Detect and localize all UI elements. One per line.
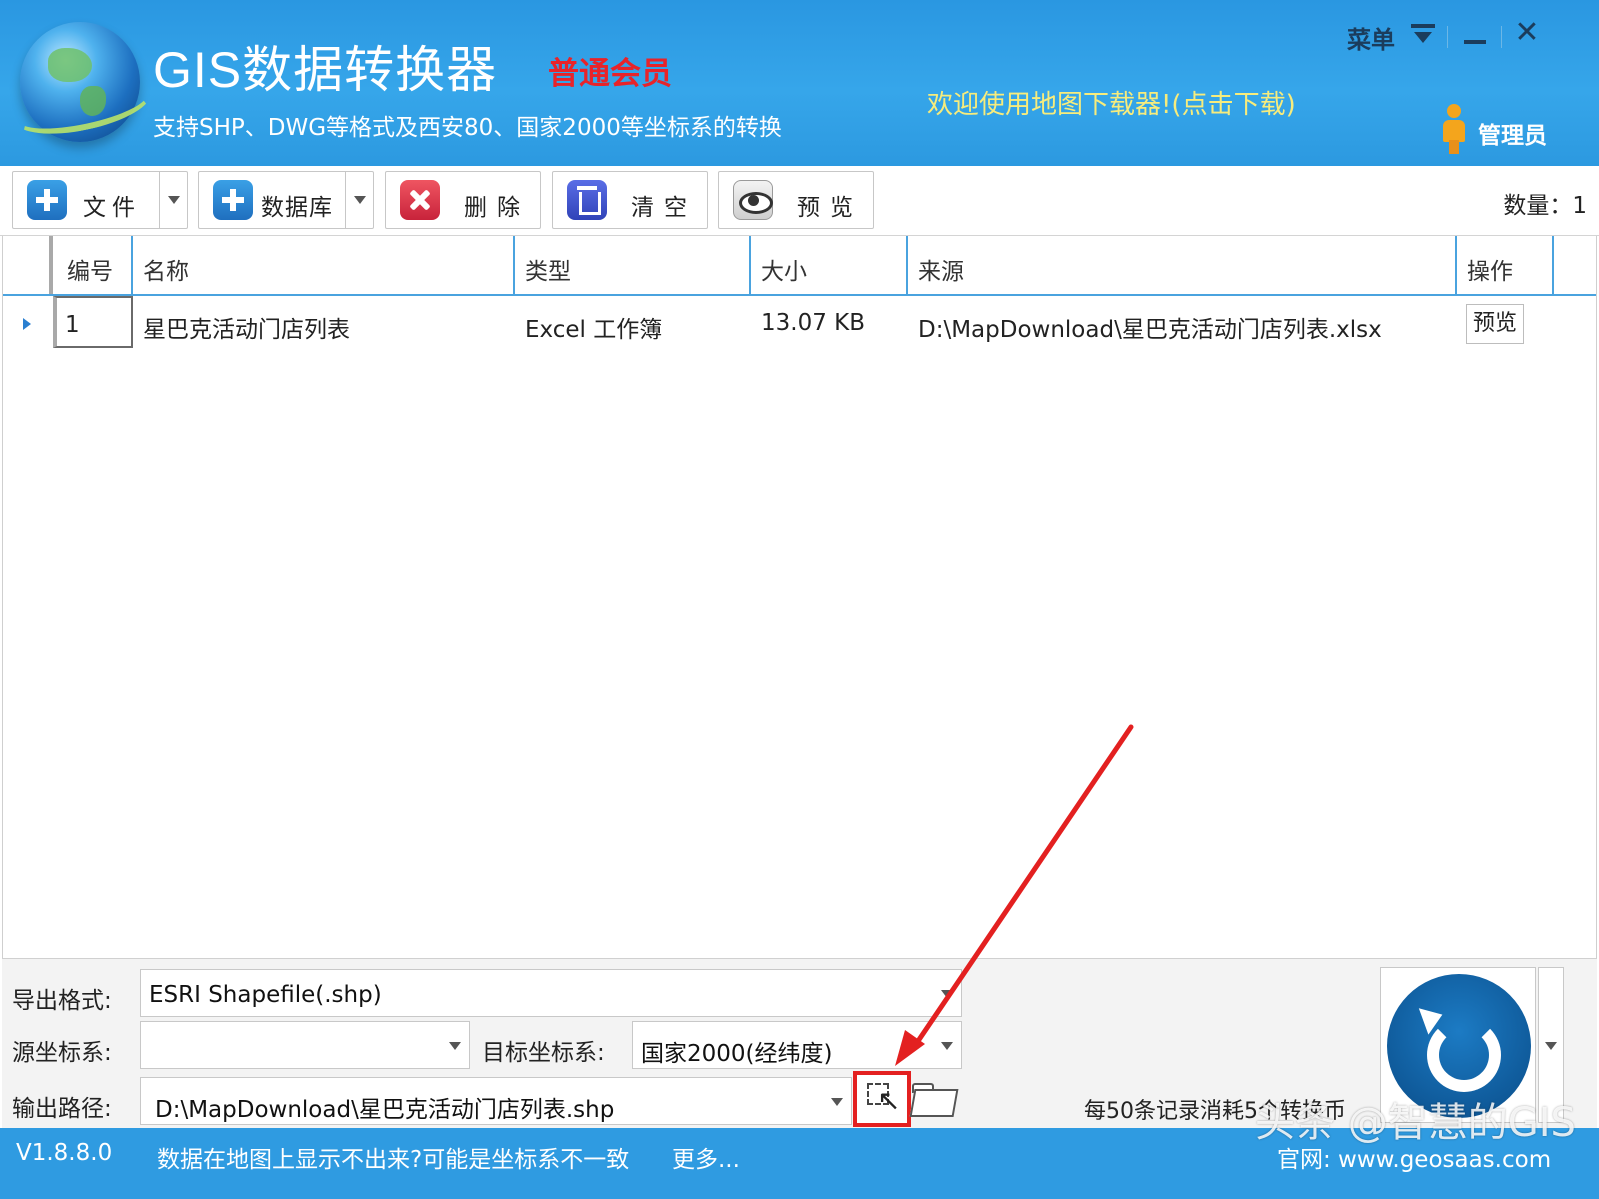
admin-user-icon[interactable]	[1440, 104, 1468, 156]
add-database-icon	[213, 180, 253, 220]
target-crs-value: 国家2000(经纬度)	[641, 1041, 833, 1067]
output-path-value: D:\MapDownload\星巴克活动门店列表.shp	[155, 1097, 615, 1123]
target-crs-select[interactable]: 国家2000(经纬度)	[632, 1021, 962, 1069]
chevron-down-icon[interactable]	[941, 990, 953, 998]
clear-label: 清空	[631, 195, 697, 221]
target-crs-label: 目标坐标系:	[482, 1040, 605, 1066]
column-header-action[interactable]: 操作	[1457, 236, 1554, 294]
delete-label: 删除	[464, 195, 530, 221]
export-format-value: ESRI Shapefile(.shp)	[149, 982, 382, 1008]
select-area-button[interactable]: ↖	[853, 1071, 911, 1127]
chevron-down-icon[interactable]	[449, 1042, 461, 1050]
user-label[interactable]: 管理员	[1478, 116, 1547, 150]
preview-button[interactable]: 预览	[718, 171, 874, 229]
delete-icon	[400, 180, 440, 220]
add-database-button[interactable]: 数据库	[198, 171, 374, 229]
output-path-label: 输出路径:	[12, 1096, 112, 1122]
cell-name[interactable]: 星巴克活动门店列表	[133, 296, 350, 350]
add-database-label: 数据库	[261, 195, 333, 221]
status-bar: V1.8.8.0 数据在地图上显示不出来?可能是坐标系不一致 更多... 官网:…	[0, 1128, 1599, 1199]
app-subtitle: 支持SHP、DWG等格式及西安80、国家2000等坐标系的转换	[153, 115, 782, 141]
chevron-down-icon[interactable]	[831, 1098, 843, 1106]
add-file-dropdown[interactable]	[159, 172, 187, 228]
menu-button[interactable]: 菜单	[1347, 20, 1395, 55]
export-format-select[interactable]: ESRI Shapefile(.shp)	[140, 969, 962, 1017]
cell-type[interactable]: Excel 工作簿	[515, 296, 662, 350]
minimize-icon[interactable]	[1460, 20, 1490, 50]
download-map-link[interactable]: 欢迎使用地图下载器!(点击下载)	[927, 84, 1296, 121]
output-path-input[interactable]: D:\MapDownload\星巴克活动门店列表.shp	[140, 1077, 852, 1125]
add-file-icon	[27, 180, 67, 220]
more-link[interactable]: 更多...	[672, 1140, 740, 1174]
row-pointer-icon	[23, 318, 31, 330]
source-crs-label: 源坐标系:	[12, 1040, 112, 1066]
menu-caret-icon[interactable]	[1410, 22, 1436, 46]
preview-eye-icon	[733, 180, 773, 220]
toolbar: 文件 数据库 删除 清空 预览 数量：1	[0, 166, 1599, 236]
cell-source[interactable]: D:\MapDownload\星巴克活动门店列表.xlsx	[908, 296, 1382, 350]
source-crs-select[interactable]	[140, 1021, 470, 1069]
convert-button[interactable]	[1380, 967, 1536, 1123]
add-file-button[interactable]: 文件	[12, 171, 188, 229]
delete-button[interactable]: 删除	[385, 171, 541, 229]
convert-icon	[1387, 974, 1531, 1118]
clear-icon	[567, 180, 607, 220]
file-table: 编号 名称 类型 大小 来源 操作 1 星巴克活动门店列表 Excel 工作簿 …	[2, 236, 1597, 958]
chevron-down-icon[interactable]	[941, 1042, 953, 1050]
website-link[interactable]: 官网: www.geosaas.com	[1277, 1140, 1551, 1174]
table-header: 编号 名称 类型 大小 来源 操作	[3, 236, 1596, 296]
column-header-type[interactable]: 类型	[515, 236, 751, 294]
clear-button[interactable]: 清空	[552, 171, 708, 229]
version-label: V1.8.8.0	[16, 1140, 113, 1166]
add-file-label: 文件	[83, 195, 141, 221]
app-title: GIS数据转换器	[153, 42, 498, 98]
title-bar: GIS数据转换器 普通会员 支持SHP、DWG等格式及西安80、国家2000等坐…	[0, 0, 1599, 166]
cell-size[interactable]: 13.07 KB	[751, 296, 865, 350]
convert-options-dropdown[interactable]	[1538, 967, 1564, 1123]
column-header-source[interactable]: 来源	[908, 236, 1457, 294]
table-row[interactable]: 1 星巴克活动门店列表 Excel 工作簿 13.07 KB D:\MapDow…	[3, 296, 1596, 350]
preview-label: 预览	[797, 195, 863, 221]
record-count: 数量：1	[1503, 193, 1587, 219]
row-indicator-header	[3, 236, 53, 294]
folder-icon[interactable]	[912, 1083, 956, 1115]
close-icon[interactable]: ✕	[1512, 18, 1542, 48]
cost-note: 每50条记录消耗5个转换币	[1084, 1099, 1346, 1124]
column-header-size[interactable]: 大小	[751, 236, 908, 294]
member-level-badge[interactable]: 普通会员	[548, 48, 672, 93]
export-format-label: 导出格式:	[12, 988, 112, 1014]
row-preview-button[interactable]: 预览	[1466, 304, 1524, 344]
add-database-dropdown[interactable]	[345, 172, 373, 228]
window-control-divider	[1447, 26, 1448, 48]
conversion-settings-panel: 导出格式: ESRI Shapefile(.shp) 源坐标系: 目标坐标系: …	[2, 958, 1597, 1128]
globe-logo-icon	[20, 22, 140, 142]
column-header-name[interactable]: 名称	[133, 236, 515, 294]
window-control-divider	[1501, 26, 1502, 48]
cell-id[interactable]: 1	[53, 296, 133, 348]
column-header-id[interactable]: 编号	[57, 236, 133, 294]
crs-help-link[interactable]: 数据在地图上显示不出来?可能是坐标系不一致	[157, 1140, 629, 1174]
